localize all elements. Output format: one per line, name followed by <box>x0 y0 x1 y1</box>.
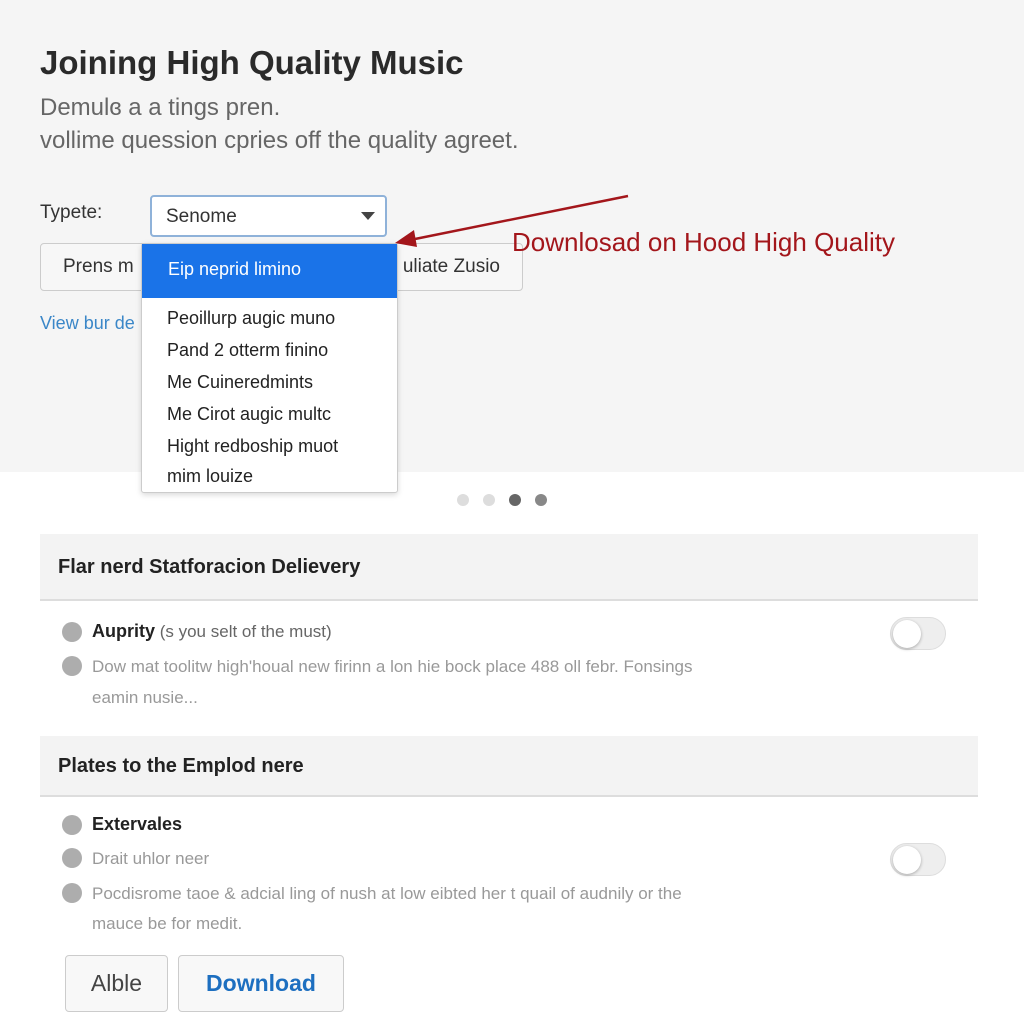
page-title: Joining High Quality Music <box>40 44 464 81</box>
toggle-switch[interactable] <box>890 617 946 650</box>
list-item: Drait uhlor neer <box>92 849 210 868</box>
list-item: Auprity (s you selt of the must) <box>92 621 332 642</box>
dropdown-option[interactable]: mim louize <box>167 466 253 487</box>
download-button[interactable]: Download <box>178 955 344 1012</box>
section-header: Plates to the Emplod nere <box>40 736 978 797</box>
able-button[interactable]: Alble <box>65 955 168 1012</box>
list-item: eamin nusie... <box>92 688 198 707</box>
list-item: mauce be for medit. <box>92 914 243 933</box>
subtitle-line-2: vollime quession cpries off the quality … <box>40 127 519 154</box>
user-icon <box>62 815 82 835</box>
item-title: Extervales <box>92 814 183 834</box>
list-item: Extervales <box>92 814 182 835</box>
carousel-dot[interactable] <box>483 494 495 506</box>
type-select[interactable]: Senome <box>150 195 387 237</box>
list-item: Pocdisrome taoe & adcial ling of nush at… <box>92 884 682 903</box>
dropdown-option[interactable]: Me Cuineredmints <box>167 372 313 393</box>
carousel-dot-active[interactable] <box>509 494 521 506</box>
annotation-text: Downlosad on Hood High Quality <box>512 227 895 257</box>
view-link[interactable]: View bur de <box>40 313 135 334</box>
carousel-dot-active[interactable] <box>535 494 547 506</box>
dropdown-menu: Eip neprid limino Peoillurp augic muno P… <box>141 243 398 493</box>
item-desc: (s you selt of the must) <box>155 622 332 641</box>
dropdown-option-selected[interactable]: Eip neprid limino <box>142 244 397 298</box>
list-item: Dow mat toolitw high'houal new firinn a … <box>92 657 693 676</box>
section-header: Flar nerd Statforacion Delievery <box>40 534 978 601</box>
item-title: Auprity <box>92 621 155 641</box>
select-value: Senome <box>166 206 237 227</box>
dropdown-option[interactable]: Pand 2 otterm finino <box>167 340 328 361</box>
user-icon <box>62 883 82 903</box>
user-icon <box>62 622 82 642</box>
user-icon <box>62 656 82 676</box>
dropdown-option[interactable]: Hight redboship muot <box>167 436 338 457</box>
subtitle-line-1: Demulɞ a a tings pren. <box>40 94 281 121</box>
type-label: Typete: <box>40 202 103 223</box>
dropdown-option[interactable]: Peoillurp augic muno <box>167 308 335 329</box>
chevron-down-icon <box>361 212 375 220</box>
user-icon <box>62 848 82 868</box>
toggle-switch[interactable] <box>890 843 946 876</box>
carousel-dot[interactable] <box>457 494 469 506</box>
dropdown-option[interactable]: Me Cirot augic multc <box>167 404 331 425</box>
